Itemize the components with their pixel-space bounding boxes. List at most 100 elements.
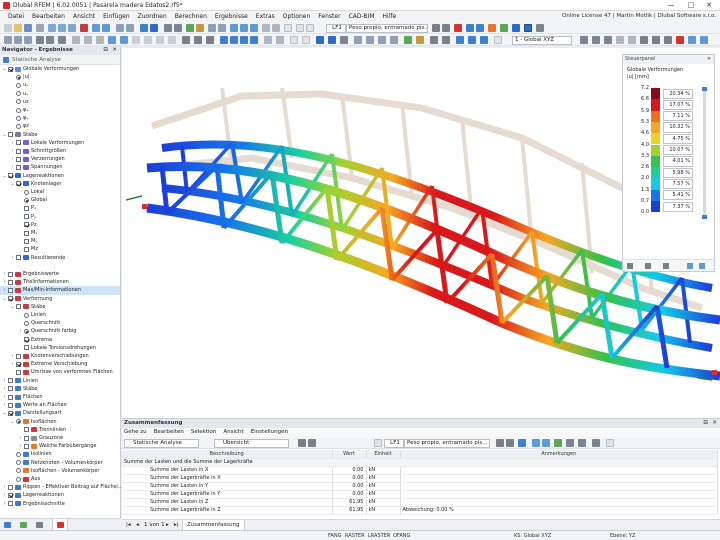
tree-item[interactable]: › Werte an Flächen: [0, 401, 120, 409]
tree-item[interactable]: › Flächen: [0, 393, 120, 401]
menu-optionen[interactable]: Optionen: [279, 11, 315, 22]
tree-item[interactable]: › Ergebniswerte: [0, 270, 120, 278]
tree-item[interactable]: Linien: [0, 311, 120, 319]
radio-button[interactable]: [24, 312, 29, 318]
next-icon[interactable]: [308, 439, 316, 447]
tree-item[interactable]: Lokale Torsionsdrehungen: [0, 344, 120, 352]
checkbox[interactable]: [16, 140, 21, 146]
col-wert[interactable]: Wert: [332, 450, 367, 459]
close-button[interactable]: ✕: [700, 0, 718, 11]
comment-icon[interactable]: [96, 36, 104, 44]
expand-toggle-icon[interactable]: ›: [10, 352, 15, 360]
checkbox[interactable]: [8, 386, 13, 392]
section-cut-icon[interactable]: [524, 24, 532, 32]
open-folder-icon[interactable]: [14, 24, 22, 32]
checkbox[interactable]: [16, 148, 21, 154]
tree-item[interactable]: › Resultierende: [0, 254, 120, 262]
expand-toggle-icon[interactable]: ⌄: [2, 65, 7, 73]
legend-export-icon[interactable]: [699, 263, 705, 269]
tree-item[interactable]: |u|: [0, 73, 120, 81]
view-side-icon[interactable]: [468, 36, 476, 44]
menu-berechnen[interactable]: Berechnen: [171, 11, 211, 22]
status-coordinate-system[interactable]: KS: Global XYZ: [512, 531, 553, 540]
guide-icon[interactable]: [354, 36, 362, 44]
solid-view-icon[interactable]: [156, 36, 164, 44]
tree-item[interactable]: φₓ: [0, 106, 120, 114]
view-top-icon[interactable]: [480, 36, 488, 44]
expand-toggle-icon[interactable]: ›: [2, 377, 7, 385]
radio-button[interactable]: [16, 115, 21, 121]
tree-item[interactable]: Lokal: [0, 188, 120, 196]
expand-toggle-icon[interactable]: ›: [10, 254, 15, 262]
checkbox[interactable]: [8, 287, 13, 293]
info-icon[interactable]: [416, 36, 424, 44]
tree-item[interactable]: Pₓ: [0, 204, 120, 212]
grid-snap-icon[interactable]: [302, 36, 310, 44]
summary-lc-select[interactable]: Peso propio, entramado pis...: [404, 438, 490, 448]
expand-toggle-icon[interactable]: ⌄: [2, 131, 7, 139]
tree-item[interactable]: › Lagerreaktionen: [0, 491, 120, 499]
checkbox[interactable]: [24, 246, 29, 252]
visibility-icon[interactable]: [108, 36, 116, 44]
dimension-icon[interactable]: [84, 36, 92, 44]
layout-icon[interactable]: [688, 36, 696, 44]
expand-toggle-icon[interactable]: ›: [10, 360, 15, 368]
mirror-icon[interactable]: [46, 36, 54, 44]
view-iso-icon[interactable]: [250, 36, 258, 44]
pin-icon[interactable]: ⊡: [103, 46, 108, 55]
filter-tab-icon[interactable]: [663, 263, 669, 269]
zoom-window-icon[interactable]: [194, 36, 202, 44]
checkbox[interactable]: [8, 66, 13, 72]
tree-item[interactable]: φz: [0, 122, 120, 130]
checkbox[interactable]: [24, 214, 29, 220]
views-tab-icon[interactable]: [36, 522, 43, 528]
tree-item[interactable]: ⌄ Darstellungsart: [0, 409, 120, 417]
radio-button[interactable]: [24, 328, 29, 334]
layers-icon[interactable]: [174, 24, 182, 32]
menu-einstellungen[interactable]: Einstellungen: [251, 428, 288, 437]
status-fang[interactable]: FANG: [326, 531, 343, 540]
checkbox[interactable]: [8, 271, 13, 277]
lock-icon[interactable]: [366, 36, 374, 44]
tree-item[interactable]: › Grauzone: [0, 434, 120, 442]
checkbox[interactable]: [16, 353, 21, 359]
menu-ergebnisse[interactable]: Ergebnisse: [211, 11, 252, 22]
checkbox[interactable]: [8, 402, 13, 408]
close-icon[interactable]: ✕: [712, 419, 717, 428]
measure-icon[interactable]: [72, 36, 80, 44]
menu-cad-bim[interactable]: CAD-BIM: [345, 11, 379, 22]
checkbox[interactable]: [8, 132, 13, 138]
summary-lc-tag[interactable]: LF1: [384, 438, 404, 448]
table-row[interactable]: Summe der Lagerkräfte in X 0.00 kN: [122, 474, 718, 483]
menu-ansicht[interactable]: Ansicht: [69, 11, 99, 22]
radio-button[interactable]: [16, 74, 21, 80]
legend-tab-icon[interactable]: [627, 263, 633, 269]
delete-icon[interactable]: [80, 24, 88, 32]
expand-toggle-icon[interactable]: ›: [18, 442, 23, 450]
menu-ansicht[interactable]: Ansicht: [223, 428, 243, 437]
lc-color-icon[interactable]: [374, 439, 382, 447]
menu-einfuegen[interactable]: Einfügen: [99, 11, 133, 22]
menu-bearbeiten[interactable]: Bearbeiten: [28, 11, 69, 22]
tree-item[interactable]: › Lokale Verformungen: [0, 139, 120, 147]
radio-button[interactable]: [24, 197, 29, 203]
cancel-icon[interactable]: [676, 36, 684, 44]
expand-toggle-icon[interactable]: ›: [10, 139, 15, 147]
expand-toggle-icon[interactable]: ⌄: [2, 409, 7, 417]
load-case-tag[interactable]: LF1: [326, 23, 346, 33]
dxf-icon[interactable]: [390, 36, 398, 44]
tree-item[interactable]: φᵧ: [0, 114, 120, 122]
snap-icon[interactable]: [290, 36, 298, 44]
radio-button[interactable]: [16, 91, 21, 97]
zoom-all-icon[interactable]: [182, 36, 190, 44]
checkbox[interactable]: [8, 378, 13, 384]
search-icon[interactable]: [592, 439, 600, 447]
view-x-icon[interactable]: [220, 36, 228, 44]
tree-item[interactable]: uᵧ: [0, 90, 120, 98]
tree-item[interactable]: › Weiche Farbübergänge: [0, 442, 120, 450]
view-z-icon[interactable]: [240, 36, 248, 44]
more-icon[interactable]: [664, 36, 672, 44]
checkbox[interactable]: [8, 296, 13, 302]
checkbox[interactable]: [16, 255, 21, 261]
table-row[interactable]: Summe der Lasten in Y 0.00 kN: [122, 482, 718, 491]
